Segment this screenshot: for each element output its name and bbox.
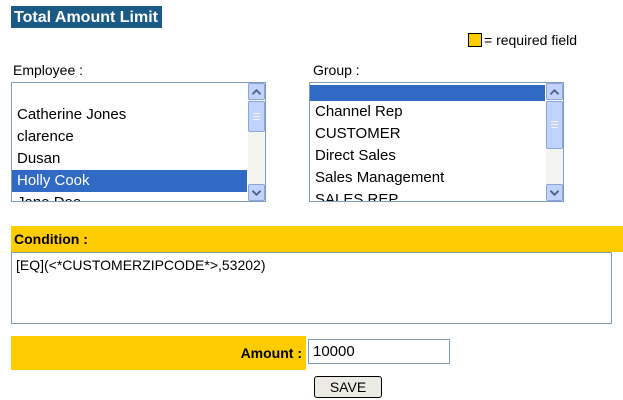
required-legend-text: = required field xyxy=(484,32,578,48)
chevron-up-icon xyxy=(252,88,261,95)
group-option[interactable]: SALES REP xyxy=(310,189,545,201)
scroll-thumb[interactable] xyxy=(546,101,563,149)
chevron-down-icon xyxy=(550,189,559,196)
condition-header: Condition : xyxy=(11,226,623,252)
employee-option[interactable]: Jane Doe xyxy=(12,192,247,201)
amount-input[interactable]: 10000 xyxy=(308,339,450,364)
chevron-down-icon xyxy=(252,189,261,196)
employee-scrollbar[interactable] xyxy=(248,83,265,201)
scroll-up-button[interactable] xyxy=(248,83,265,100)
scroll-up-button[interactable] xyxy=(546,83,563,100)
condition-textarea[interactable]: [EQ](<*CUSTOMERZIPCODE*>,53202) xyxy=(11,252,612,324)
scroll-down-button[interactable] xyxy=(248,184,265,201)
group-listbox[interactable]: Channel Rep CUSTOMER Direct Sales Sales … xyxy=(309,82,564,202)
group-option[interactable]: Direct Sales xyxy=(310,145,545,167)
group-label: Group : xyxy=(313,62,360,78)
save-button[interactable]: SAVE xyxy=(314,376,382,398)
group-option-selected[interactable] xyxy=(310,85,545,101)
employee-option[interactable] xyxy=(12,83,247,104)
employee-option[interactable]: Catherine Jones xyxy=(12,104,247,126)
required-field-legend: = required field xyxy=(468,32,577,48)
required-swatch-icon xyxy=(468,33,482,47)
employee-option[interactable]: Dusan xyxy=(12,148,247,170)
amount-label: Amount : xyxy=(11,336,306,370)
employee-option-selected[interactable]: Holly Cook xyxy=(12,170,247,192)
page-title: Total Amount Limit xyxy=(11,6,162,28)
scroll-thumb[interactable] xyxy=(248,101,265,132)
group-scrollbar[interactable] xyxy=(546,83,563,201)
employee-listbox[interactable]: Catherine Jones clarence Dusan Holly Coo… xyxy=(11,82,266,202)
group-option[interactable]: Channel Rep xyxy=(310,101,545,123)
employee-option[interactable]: clarence xyxy=(12,126,247,148)
scroll-down-button[interactable] xyxy=(546,184,563,201)
chevron-up-icon xyxy=(550,88,559,95)
group-option[interactable]: CUSTOMER xyxy=(310,123,545,145)
employee-label: Employee : xyxy=(13,62,84,78)
group-option[interactable]: Sales Management xyxy=(310,167,545,189)
